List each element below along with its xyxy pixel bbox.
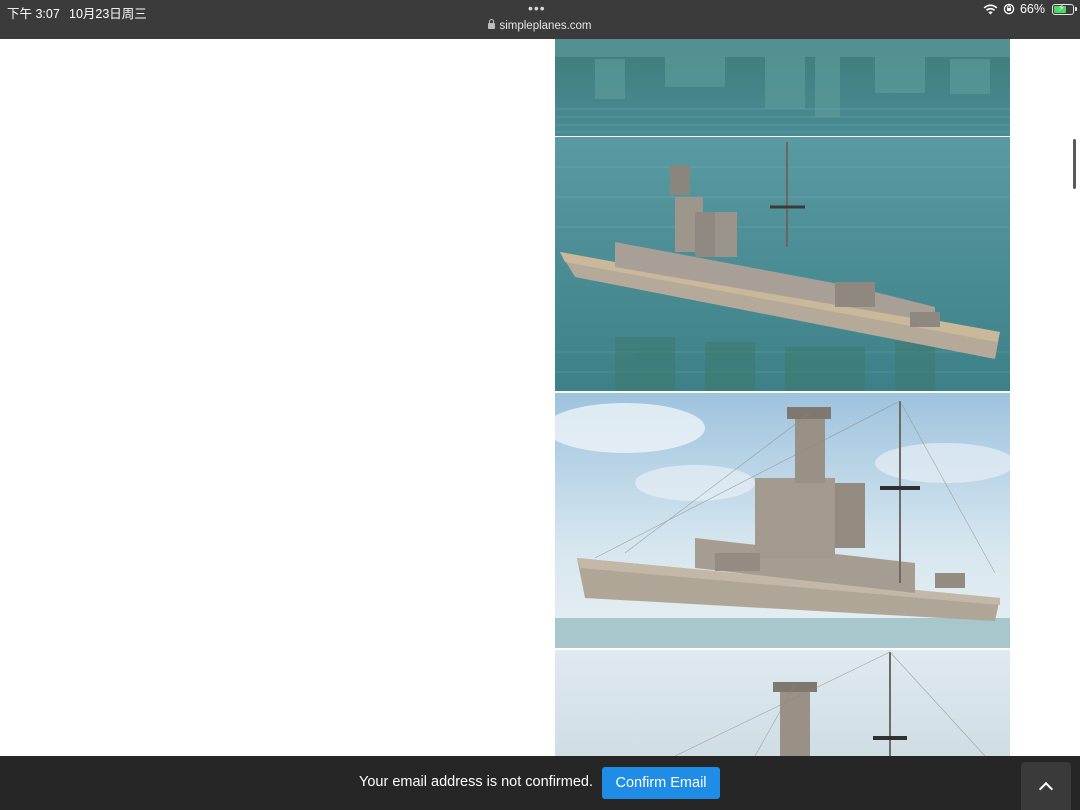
- email-not-confirmed-text: Your email address is not confirmed.: [359, 774, 593, 790]
- battery-percent: 66%: [1019, 2, 1045, 16]
- confirm-email-button[interactable]: Confirm Email: [602, 767, 720, 799]
- scroll-to-top-button[interactable]: [1021, 762, 1071, 810]
- orientation-lock-icon: [1003, 3, 1015, 15]
- battleship-partial-image: [555, 650, 1010, 756]
- battery-charging-icon: ⚡: [1052, 3, 1077, 15]
- address-bar[interactable]: simpleplanes.com: [0, 19, 1080, 32]
- more-dots-icon[interactable]: •••: [528, 0, 546, 16]
- lock-icon: [488, 19, 496, 29]
- scroll-indicator[interactable]: [1073, 139, 1076, 189]
- wifi-icon: [983, 4, 998, 14]
- status-bar: 下午 3:07 10月23日周三 ••• simpleplanes.com 66…: [0, 0, 1080, 39]
- chevron-up-icon: [1038, 781, 1054, 797]
- battleship-top-view-image: [555, 137, 1010, 391]
- email-notice-bar: Your email address is not confirmed. Con…: [0, 756, 1080, 810]
- url-text: simpleplanes.com: [499, 20, 592, 32]
- battleship-side-view-image: [555, 393, 1010, 648]
- water-reflection-image: [555, 39, 1010, 136]
- status-right: 66% ⚡: [983, 2, 1077, 16]
